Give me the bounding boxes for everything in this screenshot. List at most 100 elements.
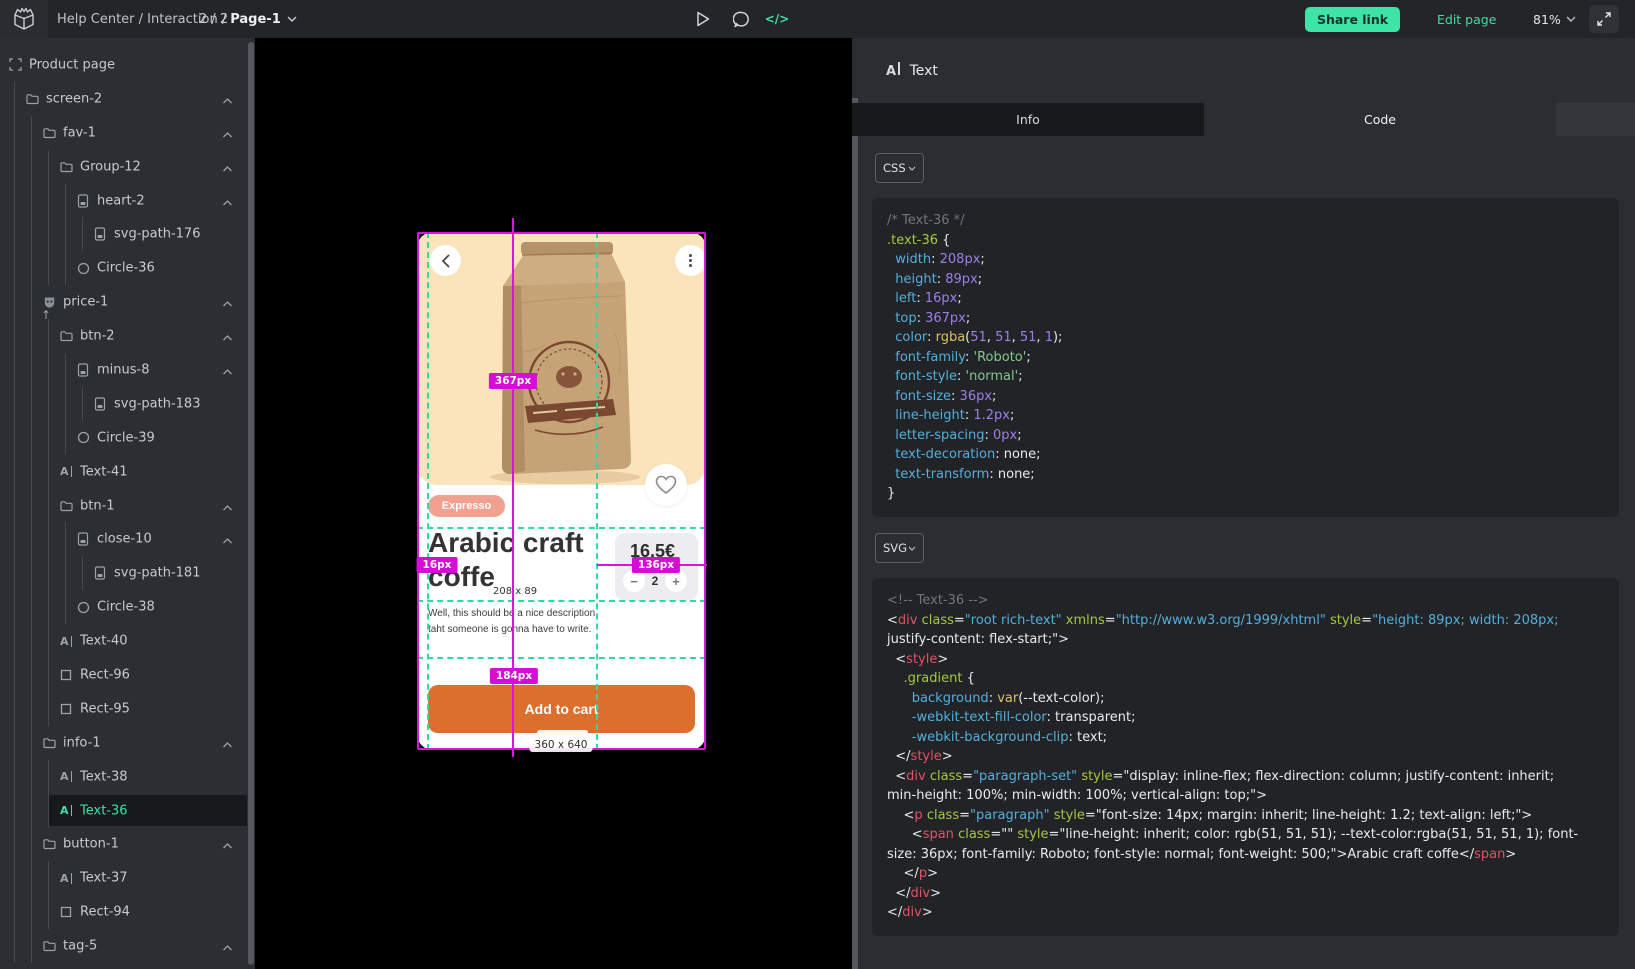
topbar: Help Center / Interaction / Page-1 2 / 2…	[0, 0, 1635, 38]
layer-row-svg-path-181[interactable]: svg-path-181	[0, 556, 247, 590]
layer-row-text-41[interactable]: AText-41	[0, 455, 247, 489]
panel-tabbar: Info Code	[852, 103, 1635, 136]
circle-icon	[76, 600, 90, 614]
chevron-up-icon[interactable]	[222, 123, 233, 142]
more-options-button[interactable]	[675, 245, 706, 276]
layer-row-rect-94[interactable]: Rect-94	[0, 895, 247, 929]
layer-row-heart-2[interactable]: heart-2	[0, 184, 247, 218]
share-link-button[interactable]: Share link	[1305, 7, 1400, 32]
css-format-select[interactable]: CSS	[875, 153, 924, 183]
chevron-up-icon[interactable]	[222, 360, 233, 379]
folder-icon	[42, 126, 56, 140]
folder-icon	[59, 499, 73, 513]
chevron-up-icon[interactable]	[222, 327, 233, 346]
layer-row-rect-96[interactable]: Rect-96	[0, 658, 247, 692]
tab-code[interactable]: Code	[1204, 103, 1556, 136]
sidebar-scrollbar[interactable]	[248, 42, 254, 965]
svg-code-block[interactable]: <!-- Text-36 --><div class="root rich-te…	[872, 578, 1619, 936]
chevron-up-icon[interactable]	[222, 157, 233, 176]
product-description[interactable]: Well, this should be a nice description …	[428, 606, 595, 637]
back-button[interactable]	[430, 245, 461, 276]
layer-row-circle-38[interactable]: Circle-38	[0, 590, 247, 624]
add-to-cart-button[interactable]: Add to cart	[428, 685, 695, 733]
comment-button[interactable]	[724, 0, 758, 38]
layer-label: minus-8	[97, 362, 150, 377]
rect-icon	[59, 702, 73, 716]
edit-page-link[interactable]: Edit page	[1437, 0, 1496, 38]
logo-icon	[11, 6, 37, 32]
chevron-down-icon	[1566, 16, 1576, 22]
layer-row-price-1[interactable]: price-1	[0, 285, 247, 319]
app-logo[interactable]	[0, 0, 48, 38]
fullscreen-button[interactable]	[1589, 5, 1619, 33]
quantity-minus-button[interactable]: −	[623, 570, 645, 592]
layer-row-product page[interactable]: Product page	[0, 48, 247, 82]
canvas[interactable]: Expresso Arabic craft coffe 16.5€ − 2 + …	[255, 38, 852, 969]
chevron-up-icon[interactable]	[222, 937, 233, 956]
layer-label: Rect-94	[80, 905, 130, 920]
product-hero-background[interactable]	[417, 232, 706, 485]
breadcrumb[interactable]: Help Center / Interaction / Page-1	[57, 0, 297, 38]
chevron-up-icon[interactable]	[222, 496, 233, 515]
coffee-bag-image[interactable]	[465, 234, 665, 486]
layers-sidebar: Product page screen-2 fav-1 Group-12 heart-2…	[0, 38, 255, 969]
layer-label: screen-2	[46, 91, 102, 106]
layer-row-text-40[interactable]: AText-40	[0, 624, 247, 658]
layer-row-svg-path-176[interactable]: svg-path-176	[0, 217, 247, 251]
layer-row-text-38[interactable]: AText-38	[0, 760, 247, 794]
chevron-up-icon[interactable]	[222, 835, 233, 854]
svg-file-icon	[76, 194, 90, 208]
zoom-control[interactable]: 81%	[1533, 0, 1576, 38]
layer-row-circle-39[interactable]: Circle-39	[0, 421, 247, 455]
layer-label: heart-2	[97, 193, 145, 208]
layer-row-close-10[interactable]: close-10	[0, 522, 247, 556]
svg-file-icon	[76, 532, 90, 546]
layer-row-screen-2[interactable]: screen-2	[0, 82, 247, 116]
layer-row-group-12[interactable]: Group-12	[0, 150, 247, 184]
chevron-up-icon[interactable]	[222, 530, 233, 549]
text-icon: A	[59, 871, 73, 885]
layer-row-circle-36[interactable]: Circle-36	[0, 251, 247, 285]
layer-label: svg-path-181	[114, 566, 200, 581]
chevron-up-icon[interactable]	[222, 89, 233, 108]
measurement-label: 16px	[417, 557, 458, 573]
layer-label: tag-5	[63, 939, 97, 954]
layer-row-text-37[interactable]: AText-37	[0, 861, 247, 895]
layer-row-btn-1[interactable]: btn-1	[0, 489, 247, 523]
layer-row-text-36[interactable]: AText-36	[0, 794, 247, 828]
layer-row-rect-95[interactable]: Rect-95	[0, 692, 247, 726]
layer-row-fav-1[interactable]: fav-1	[0, 116, 247, 150]
screen-size-label: 360 x 640	[530, 738, 593, 752]
home-indicator	[537, 730, 588, 735]
product-page-frame[interactable]: Expresso Arabic craft coffe 16.5€ − 2 + …	[417, 232, 706, 750]
layer-row-minus-8[interactable]: minus-8	[0, 353, 247, 387]
layer-row-svg-path-183[interactable]: svg-path-183	[0, 387, 247, 421]
layer-row-info-1[interactable]: info-1	[0, 726, 247, 760]
folder-icon	[42, 837, 56, 851]
product-tag[interactable]: Expresso	[428, 495, 505, 517]
quantity-plus-button[interactable]: +	[665, 570, 687, 592]
layer-label: btn-2	[80, 329, 115, 344]
code-mode-button[interactable]: </>	[760, 0, 794, 38]
text-layer-icon: A	[886, 62, 900, 79]
svg-file-icon	[93, 397, 107, 411]
svg-format-select[interactable]: SVG	[875, 533, 924, 563]
folder-icon	[42, 939, 56, 953]
chevron-down-icon	[908, 546, 916, 551]
chevron-up-icon[interactable]	[222, 293, 233, 312]
layer-label: Circle-39	[97, 430, 155, 445]
breadcrumb-current: Page-1	[230, 12, 281, 27]
layer-row-btn-2[interactable]: btn-2↑	[0, 319, 247, 353]
rect-icon	[59, 668, 73, 682]
tab-info[interactable]: Info	[852, 103, 1204, 136]
layer-row-button-1[interactable]: button-1	[0, 827, 247, 861]
favorite-button[interactable]	[645, 464, 687, 506]
panel-scrollbar[interactable]	[852, 98, 858, 969]
chevron-up-icon[interactable]	[222, 191, 233, 210]
play-button[interactable]	[686, 0, 720, 38]
chevron-up-icon[interactable]	[222, 733, 233, 752]
css-code-block[interactable]: /* Text-36 */.text-36 { width: 208px; he…	[872, 198, 1619, 517]
layer-row-tag-5[interactable]: tag-5	[0, 929, 247, 963]
layer-tree: Product page screen-2 fav-1 Group-12 heart-2…	[0, 48, 247, 963]
layer-label: fav-1	[63, 125, 96, 140]
